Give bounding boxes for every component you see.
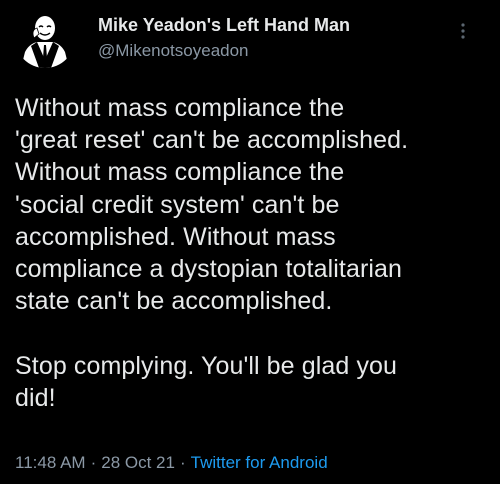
tweet-time[interactable]: 11:48 AM (15, 453, 86, 472)
avatar[interactable] (15, 8, 75, 68)
more-options-button[interactable] (456, 18, 470, 46)
anonymous-mask-suit-avatar-icon (15, 8, 75, 68)
tweet-text: Without mass compliance the 'great reset… (15, 94, 409, 412)
tweet-date[interactable]: 28 Oct 21 (101, 453, 175, 472)
user-handle[interactable]: @Mikenotsoyeadon (98, 40, 350, 62)
display-name[interactable]: Mike Yeadon's Left Hand Man (98, 13, 350, 37)
tweet: Mike Yeadon's Left Hand Man @Mikenotsoye… (0, 0, 500, 484)
meta-separator: · (90, 453, 97, 472)
tweet-metadata: 11:48 AM · 28 Oct 21 · Twitter for Android (15, 452, 328, 474)
meta-separator: · (179, 453, 186, 472)
tweet-source-link[interactable]: Twitter for Android (191, 453, 328, 472)
author-block[interactable]: Mike Yeadon's Left Hand Man @Mikenotsoye… (98, 13, 350, 62)
more-vertical-icon (461, 23, 465, 39)
